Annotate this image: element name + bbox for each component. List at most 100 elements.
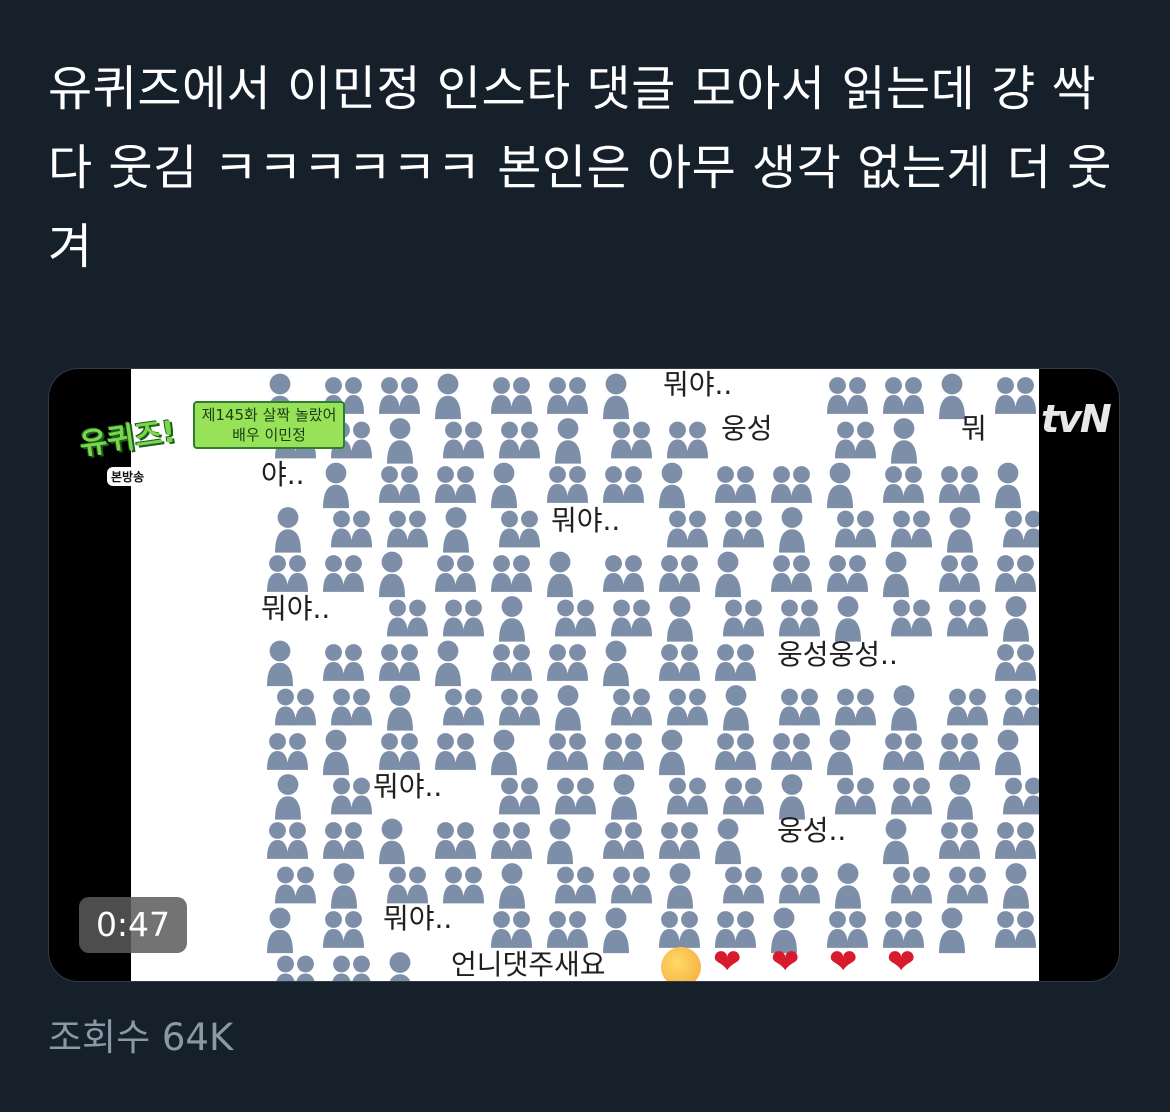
person-icon	[435, 733, 456, 770]
person-icon	[791, 466, 812, 503]
person-icon	[771, 555, 792, 592]
person-icon	[331, 688, 352, 726]
video-duration-badge: 0:47	[79, 897, 187, 953]
person-icon	[835, 688, 856, 726]
person-icon	[491, 377, 512, 414]
person-icon	[1015, 644, 1036, 681]
person-icon	[687, 688, 708, 726]
person-icon	[659, 644, 680, 681]
person-icon	[332, 955, 351, 981]
person-icon	[575, 599, 596, 637]
person-icon	[771, 466, 792, 503]
person-icon	[959, 555, 980, 592]
person-icon	[723, 510, 744, 548]
person-icon	[827, 377, 848, 414]
person-icon	[947, 774, 973, 820]
person-icon	[443, 866, 464, 904]
person-icon	[463, 866, 484, 904]
person-icon	[911, 866, 932, 904]
comment-text: 뭐	[961, 412, 987, 445]
person-icon	[959, 466, 980, 503]
person-icon	[387, 599, 408, 637]
person-icon	[667, 510, 688, 548]
person-icon	[791, 733, 812, 770]
person-icon	[855, 688, 876, 726]
person-icon	[555, 685, 581, 731]
person-icon	[511, 644, 532, 681]
person-icon	[343, 911, 364, 948]
person-icon	[567, 911, 588, 948]
heart-icon: ❤	[887, 942, 916, 982]
comment-text: 뭐야..	[551, 504, 621, 537]
person-icon	[995, 555, 1016, 592]
person-icon	[659, 911, 680, 948]
video-frame[interactable]: 뭐야.. 웅성 뭐 야.. 뭐야.. 뭐야.. 웅성웅성.. 뭐야.. 웅성..…	[131, 369, 1039, 982]
person-icon	[455, 733, 476, 770]
person-icon	[287, 733, 308, 770]
person-icon	[611, 866, 632, 904]
person-icon	[631, 866, 652, 904]
comment-text: 언니댓주새요	[451, 948, 606, 981]
person-icon	[511, 911, 532, 948]
person-icon	[379, 733, 400, 770]
person-icon	[623, 466, 644, 503]
person-icon	[883, 733, 904, 770]
person-icon	[715, 466, 736, 503]
person-icon	[779, 866, 800, 904]
person-icon	[779, 507, 805, 553]
person-icon	[547, 818, 573, 865]
person-icon	[455, 555, 476, 592]
person-icon	[435, 640, 461, 687]
person-icon	[435, 466, 456, 503]
person-icon	[939, 733, 960, 770]
person-icon	[399, 733, 420, 770]
person-icon	[323, 644, 344, 681]
person-icon	[883, 551, 909, 598]
person-icon	[1023, 688, 1039, 726]
person-icon	[883, 377, 904, 414]
person-icon	[939, 822, 960, 859]
person-icon	[567, 466, 588, 503]
comment-text: 뭐야..	[663, 369, 733, 401]
person-icon	[631, 599, 652, 637]
person-icon	[891, 418, 917, 464]
person-icon	[547, 911, 568, 948]
person-icon	[499, 421, 520, 459]
person-icon	[743, 510, 764, 548]
person-icon	[379, 818, 405, 865]
person-icon	[735, 733, 756, 770]
person-icon	[407, 599, 428, 637]
person-icon	[687, 510, 708, 548]
person-icon	[463, 599, 484, 637]
person-icon	[1003, 688, 1024, 726]
person-icon	[687, 421, 708, 459]
person-icon	[603, 555, 624, 592]
person-icon	[567, 733, 588, 770]
person-icon	[603, 822, 624, 859]
person-icon	[891, 777, 912, 815]
person-icon	[499, 688, 520, 726]
person-icon	[659, 729, 685, 776]
person-icon	[276, 955, 295, 981]
person-icon	[715, 733, 736, 770]
comment-text: 뭐야..	[373, 770, 443, 803]
person-icon	[1023, 777, 1039, 815]
person-icon	[555, 418, 581, 464]
person-icon	[407, 510, 428, 548]
person-icon	[611, 421, 632, 459]
person-icon	[995, 729, 1021, 776]
person-icon	[1015, 911, 1036, 948]
person-icon	[967, 599, 988, 637]
person-icon	[343, 555, 364, 592]
video-player[interactable]: 뭐야.. 웅성 뭐 야.. 뭐야.. 뭐야.. 웅성웅성.. 뭐야.. 웅성..…	[48, 368, 1120, 982]
person-icon	[435, 555, 456, 592]
person-icon	[891, 685, 917, 731]
person-icon	[603, 640, 629, 687]
person-icon	[267, 907, 293, 954]
person-icon	[687, 777, 708, 815]
comment-text: 웅성..	[777, 814, 847, 847]
person-icon	[387, 685, 413, 731]
person-icon	[1003, 510, 1024, 548]
person-icon	[435, 373, 461, 420]
person-icon	[995, 644, 1016, 681]
